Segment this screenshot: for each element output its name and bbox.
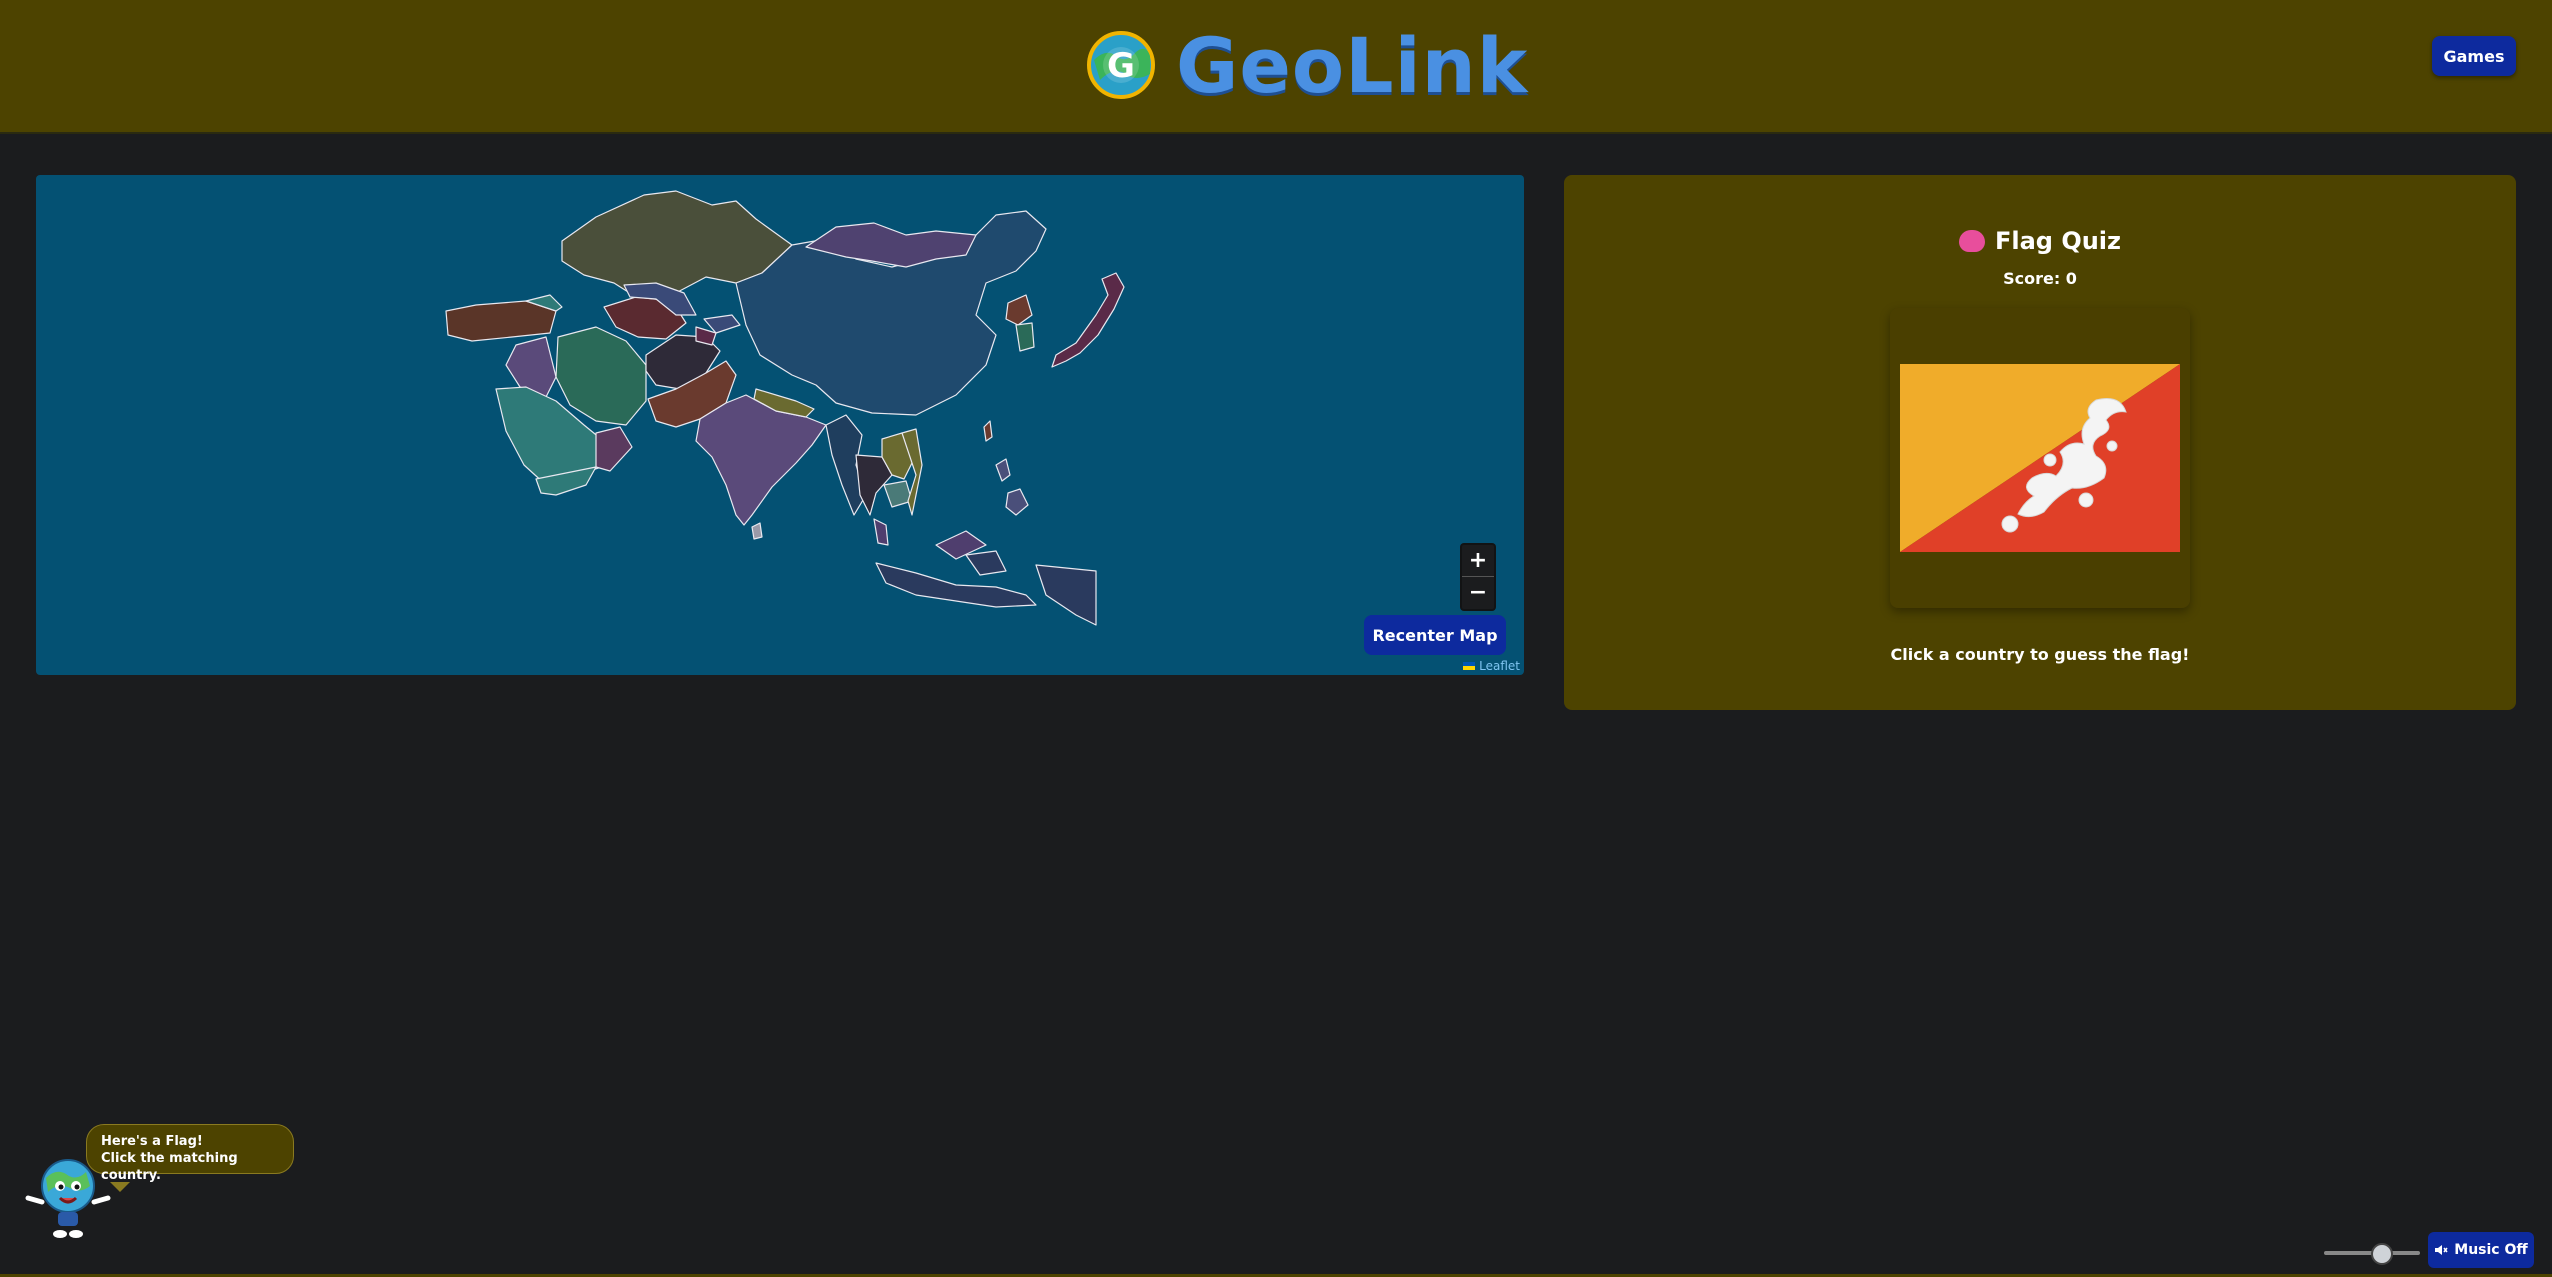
country-kyrgyzstan[interactable] [703, 314, 741, 334]
app-title: GeoLink [1176, 20, 1529, 110]
mascot-speech-bubble: Here's a Flag! Click the matching countr… [86, 1124, 294, 1183]
top-header: G GeoLink Games [0, 0, 2552, 134]
speech-line-2: Click the matching country. [101, 1151, 238, 1183]
bhutan-flag-image [1900, 364, 2180, 552]
logo-letter: G [1107, 46, 1135, 86]
globe-logo-icon: G [1087, 31, 1155, 99]
score-display: Score: 0 [2003, 269, 2077, 288]
quiz-heading: Flag Quiz [1564, 227, 2516, 255]
recenter-map-button[interactable]: Recenter Map [1364, 615, 1506, 655]
country-philippines[interactable] [995, 458, 1029, 516]
speaker-muted-icon [2435, 1245, 2448, 1255]
brain-icon [1958, 230, 1985, 252]
quiz-instruction: Click a country to guess the flag! [1890, 645, 2190, 664]
zoom-control: + − [1460, 543, 1496, 611]
country-oman[interactable] [595, 426, 633, 472]
flag-card [1890, 308, 2190, 608]
speech-line-1: Here's a Flag! [101, 1134, 203, 1149]
music-toggle-label: Music Off [2454, 1242, 2528, 1258]
map-attribution: Leaflet [1463, 659, 1520, 673]
music-toggle-button[interactable]: Music Off [2428, 1232, 2534, 1268]
map-panel[interactable]: + − Recenter Map Leaflet [36, 175, 1524, 675]
zoom-in-button[interactable]: + [1462, 545, 1494, 576]
leaflet-link[interactable]: Leaflet [1479, 659, 1520, 673]
ukraine-flag-icon [1463, 662, 1476, 670]
country-iran[interactable] [555, 326, 647, 426]
country-north-korea[interactable] [1005, 294, 1033, 326]
volume-slider-thumb[interactable] [2370, 1243, 2393, 1265]
country-turkey[interactable] [445, 300, 557, 342]
country-sri-lanka[interactable] [751, 522, 763, 540]
games-button[interactable]: Games [2432, 36, 2516, 76]
quiz-title-text: Flag Quiz [1994, 227, 2122, 255]
country-south-korea[interactable] [1015, 322, 1035, 352]
country-indonesia[interactable] [875, 550, 1097, 626]
country-cambodia[interactable] [883, 480, 913, 508]
country-japan[interactable] [1051, 272, 1125, 368]
app-logo[interactable]: G GeoLink [1086, 21, 1528, 110]
zoom-out-button[interactable]: − [1462, 576, 1494, 608]
asia-map[interactable] [36, 175, 1524, 675]
country-taiwan[interactable] [983, 420, 993, 442]
speech-bubble-tail [110, 1182, 130, 1192]
quiz-panel: Flag Quiz Score: 0 Click a country to gu… [1564, 175, 2516, 710]
country-malaysia[interactable] [873, 518, 987, 560]
